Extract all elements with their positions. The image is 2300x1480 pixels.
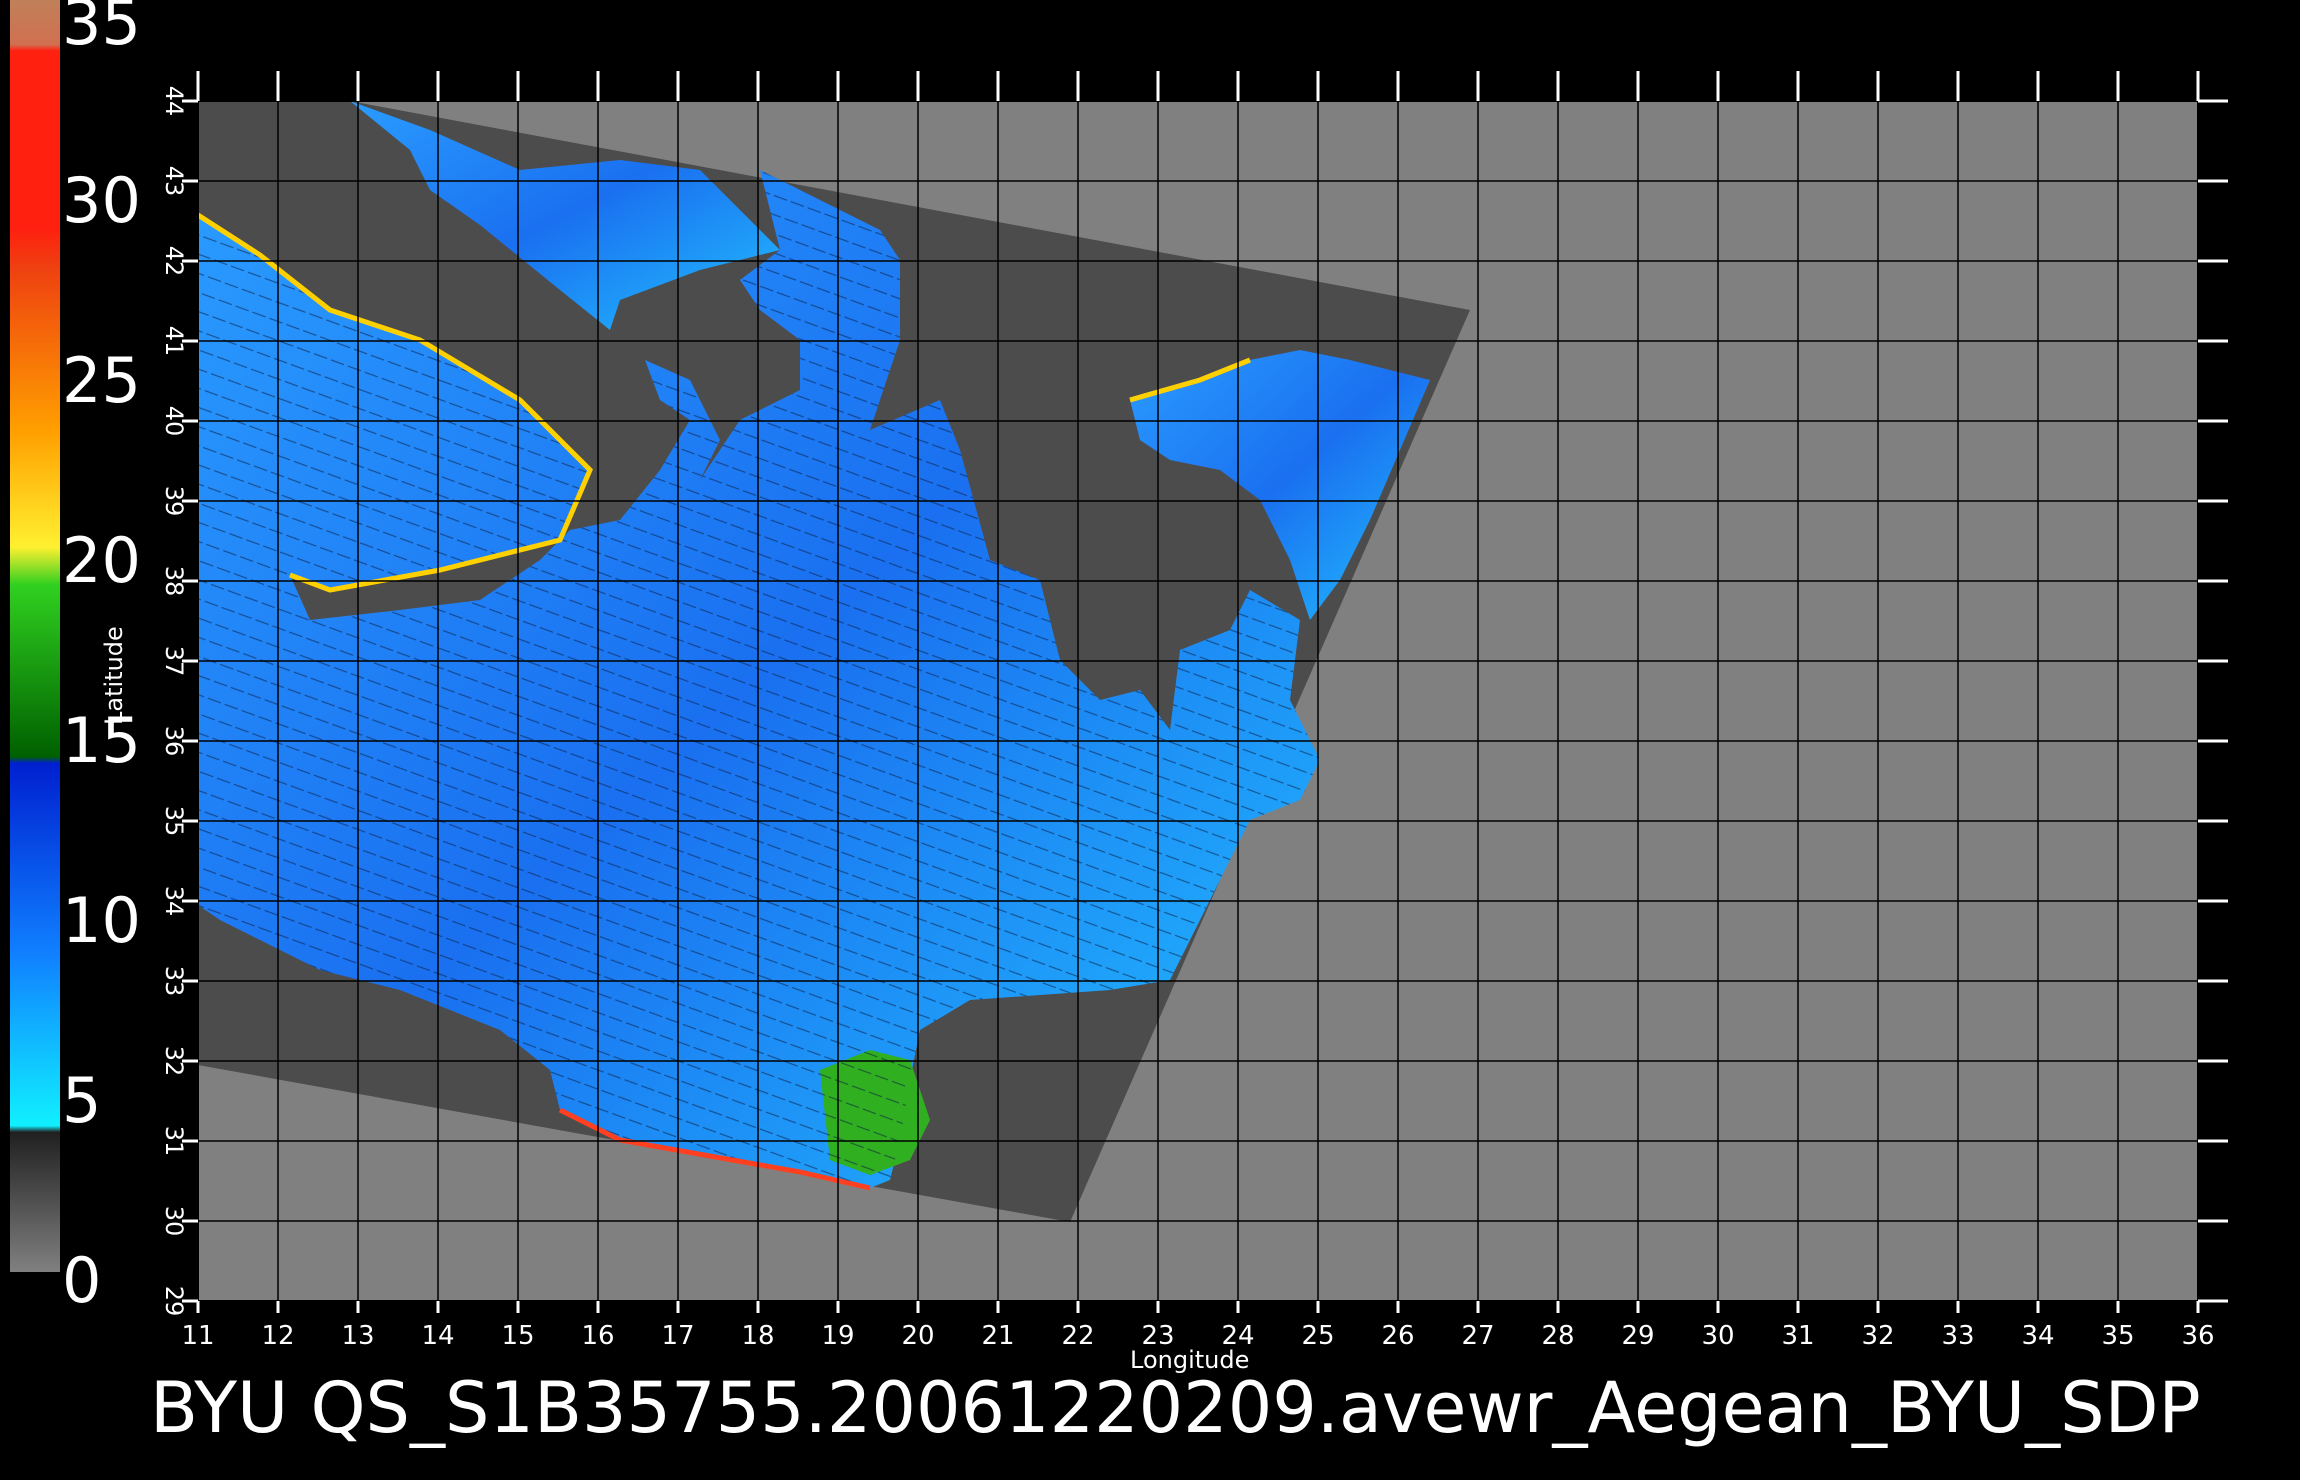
x-tick-label: 28 — [1541, 1321, 1574, 1351]
y-tick-label: 35 — [160, 806, 188, 837]
x-tick-label: 32 — [1861, 1321, 1894, 1351]
x-tick-label: 35 — [2101, 1321, 2134, 1351]
y-tick-label: 30 — [160, 1206, 188, 1237]
y-tick-label: 41 — [160, 326, 188, 357]
y-tick-label: 42 — [160, 246, 188, 277]
y-tick-label: 31 — [160, 1126, 188, 1157]
x-tick-label: 17 — [661, 1321, 694, 1351]
x-tick-label: 22 — [1061, 1321, 1094, 1351]
x-tick-label: 18 — [741, 1321, 774, 1351]
image-title: BYU QS_S1B35755.20061220209.avewr_Aegean… — [150, 1368, 2201, 1448]
x-tick-label: 31 — [1781, 1321, 1814, 1351]
y-tick-label: 39 — [160, 486, 188, 517]
y-tick-label: 43 — [160, 166, 188, 197]
x-tick-label: 16 — [581, 1321, 614, 1351]
x-tick-label: 30 — [1701, 1321, 1734, 1351]
x-tick-label: 21 — [981, 1321, 1014, 1351]
x-tick-label: 33 — [1941, 1321, 1974, 1351]
x-tick-label: 11 — [181, 1321, 214, 1351]
y-tick-label: 32 — [160, 1046, 188, 1077]
x-tick-label: 14 — [421, 1321, 454, 1351]
y-tick-labels: 29 30 31 32 33 34 35 36 37 38 39 40 41 42 43 44 — [160, 86, 188, 1317]
x-tick-label: 26 — [1381, 1321, 1414, 1351]
y-tick-label: 33 — [160, 966, 188, 997]
y-tick-label: 38 — [160, 566, 188, 597]
x-tick-label: 12 — [261, 1321, 294, 1351]
y-tick-label: 37 — [160, 646, 188, 677]
x-tick-label: 34 — [2021, 1321, 2054, 1351]
x-tick-label: 25 — [1301, 1321, 1334, 1351]
x-tick-label: 36 — [2181, 1321, 2214, 1351]
x-tick-label: 27 — [1461, 1321, 1494, 1351]
y-axis-title: Latitude — [100, 626, 128, 725]
y-tick-label: 29 — [160, 1286, 188, 1317]
y-tick-label: 44 — [160, 86, 188, 117]
x-tick-label: 13 — [341, 1321, 374, 1351]
x-tick-label: 20 — [901, 1321, 934, 1351]
x-tick-label: 29 — [1621, 1321, 1654, 1351]
wind-map: 11 12 13 14 15 16 17 18 19 20 21 22 23 24 25 26 27 28 29 30… — [160, 71, 2228, 1351]
y-tick-label: 34 — [160, 886, 188, 917]
y-tick-label: 40 — [160, 406, 188, 437]
x-tick-label: 19 — [821, 1321, 854, 1351]
x-tick-label: 15 — [501, 1321, 534, 1351]
y-tick-label: 36 — [160, 726, 188, 757]
